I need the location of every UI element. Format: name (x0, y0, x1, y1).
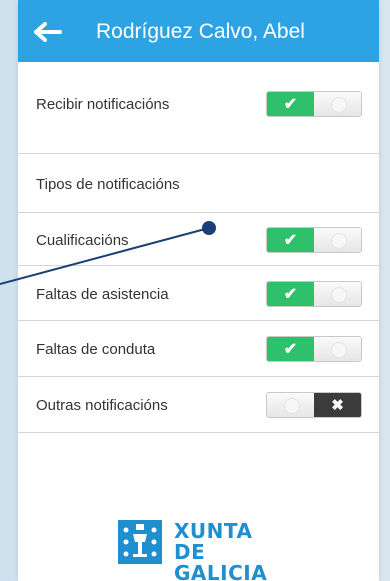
check-icon: ✔ (267, 282, 314, 306)
outras-notificacions-toggle[interactable]: ✖ (266, 392, 362, 418)
xunta-shield-icon (118, 520, 162, 564)
toggle-knob (314, 282, 361, 306)
app-header: Rodríguez Calvo, Abel (18, 0, 379, 62)
receive-notifications-row: Recibir notificacións ✔ (18, 76, 379, 132)
toggle-knob (314, 337, 361, 361)
arrow-left-icon[interactable] (34, 22, 62, 42)
check-icon: ✔ (267, 228, 314, 252)
receive-notifications-label: Recibir notificacións (36, 95, 170, 113)
toggle-knob (267, 393, 314, 417)
divider (18, 153, 379, 154)
list-item: Faltas de conduta ✔ (18, 321, 379, 377)
receive-notifications-toggle[interactable]: ✔ (266, 91, 362, 117)
faltas-asistencia-toggle[interactable]: ✔ (266, 281, 362, 307)
list-item: Outras notificacións ✖ (18, 377, 379, 433)
cualificacions-toggle[interactable]: ✔ (266, 227, 362, 253)
check-icon: ✔ (267, 337, 314, 361)
logo-line-1: XUNTA (174, 519, 253, 543)
list-item: Faltas de asistencia ✔ (18, 266, 379, 322)
page-title: Rodríguez Calvo, Abel (96, 20, 305, 43)
faltas-asistencia-label: Faltas de asistencia (36, 285, 169, 303)
phone-screen: Rodríguez Calvo, Abel Recibir notificaci… (18, 0, 379, 581)
section-title: Tipos de notificacións (36, 175, 180, 193)
check-icon: ✔ (267, 92, 314, 116)
divider (18, 432, 379, 433)
logo-line-2: DE GALICIA (174, 540, 268, 581)
list-item: Cualificacións ✔ (18, 212, 379, 268)
x-icon: ✖ (314, 393, 361, 417)
faltas-conduta-toggle[interactable]: ✔ (266, 336, 362, 362)
faltas-conduta-label: Faltas de conduta (36, 340, 156, 358)
cualificacions-label: Cualificacións (36, 231, 129, 249)
section-header-row: Tipos de notificacións (18, 156, 379, 212)
xunta-logo: XUNTA DE GALICIA (118, 518, 288, 581)
outras-notificacions-label: Outras notificacións (36, 396, 168, 414)
toggle-knob (314, 228, 361, 252)
toggle-knob (314, 92, 361, 116)
